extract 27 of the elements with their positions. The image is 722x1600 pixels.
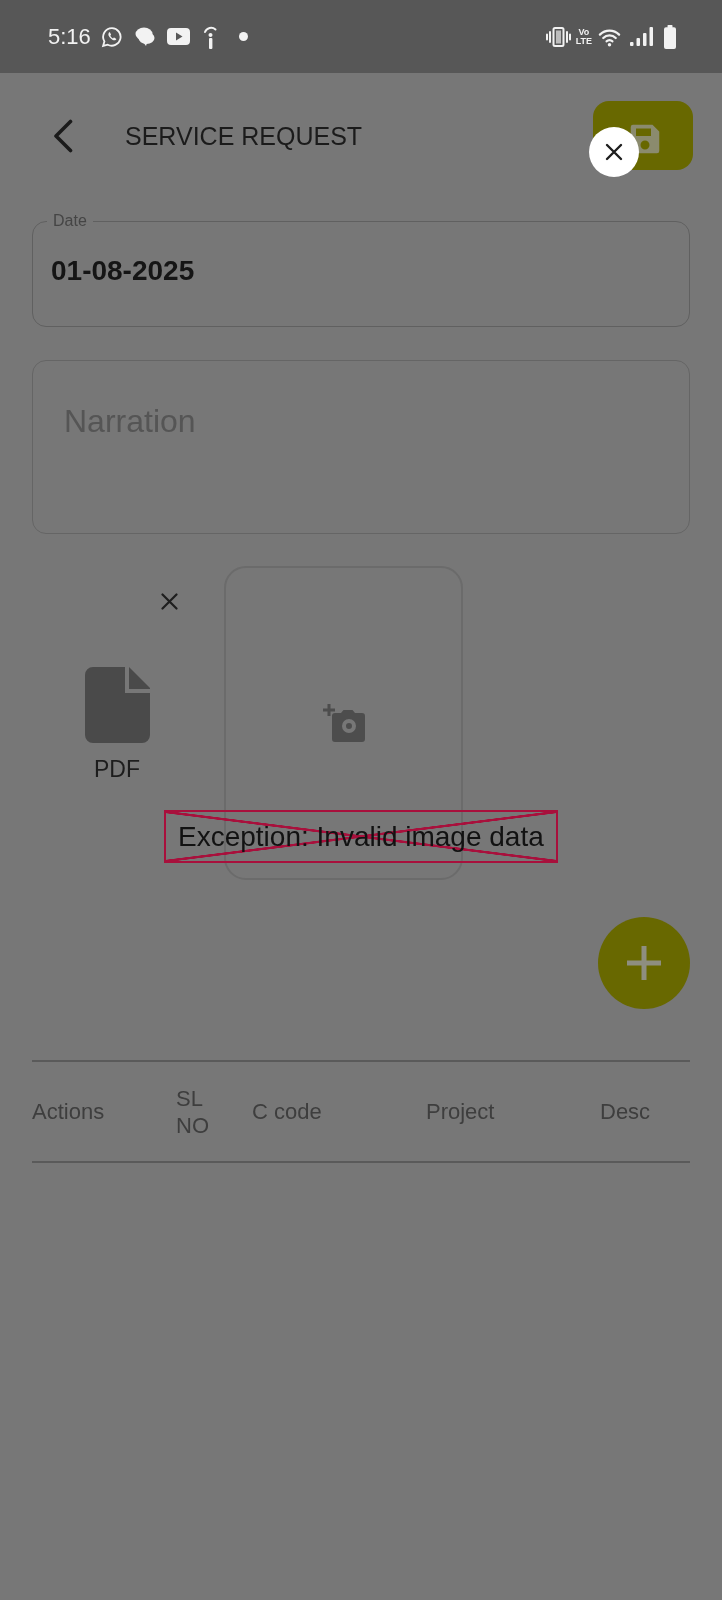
camera-plus-icon bbox=[322, 704, 365, 742]
wifi-icon bbox=[598, 26, 621, 47]
chevron-left-icon bbox=[52, 118, 74, 153]
battery-icon bbox=[664, 24, 676, 49]
column-header: Actions bbox=[32, 1098, 105, 1124]
column-header: Desc bbox=[600, 1098, 651, 1124]
signal-icon bbox=[630, 27, 653, 46]
document-icon bbox=[84, 667, 150, 743]
page-title: SERVICE REQUEST bbox=[125, 120, 363, 151]
vibrate-icon bbox=[545, 26, 571, 47]
back-button[interactable] bbox=[52, 118, 74, 153]
phone-bubble-icon bbox=[100, 25, 123, 48]
play-button-icon bbox=[166, 28, 190, 45]
remove-icon[interactable] bbox=[161, 593, 178, 610]
status-time: 5:16 bbox=[48, 23, 91, 50]
date-value: 01-08-2025 bbox=[51, 256, 196, 286]
close-overlay[interactable] bbox=[589, 127, 639, 177]
close-icon bbox=[605, 143, 623, 161]
info-icon bbox=[201, 24, 218, 49]
column-header: C code bbox=[252, 1098, 322, 1124]
dot-icon bbox=[238, 32, 248, 41]
column-header: Project bbox=[426, 1098, 495, 1124]
plus-icon bbox=[626, 945, 662, 981]
network-type-label: Vo LTE bbox=[575, 27, 592, 46]
file-label: PDF bbox=[94, 755, 140, 783]
column-header: SL NO bbox=[176, 1084, 210, 1139]
speech-bubbles-icon bbox=[134, 27, 155, 46]
